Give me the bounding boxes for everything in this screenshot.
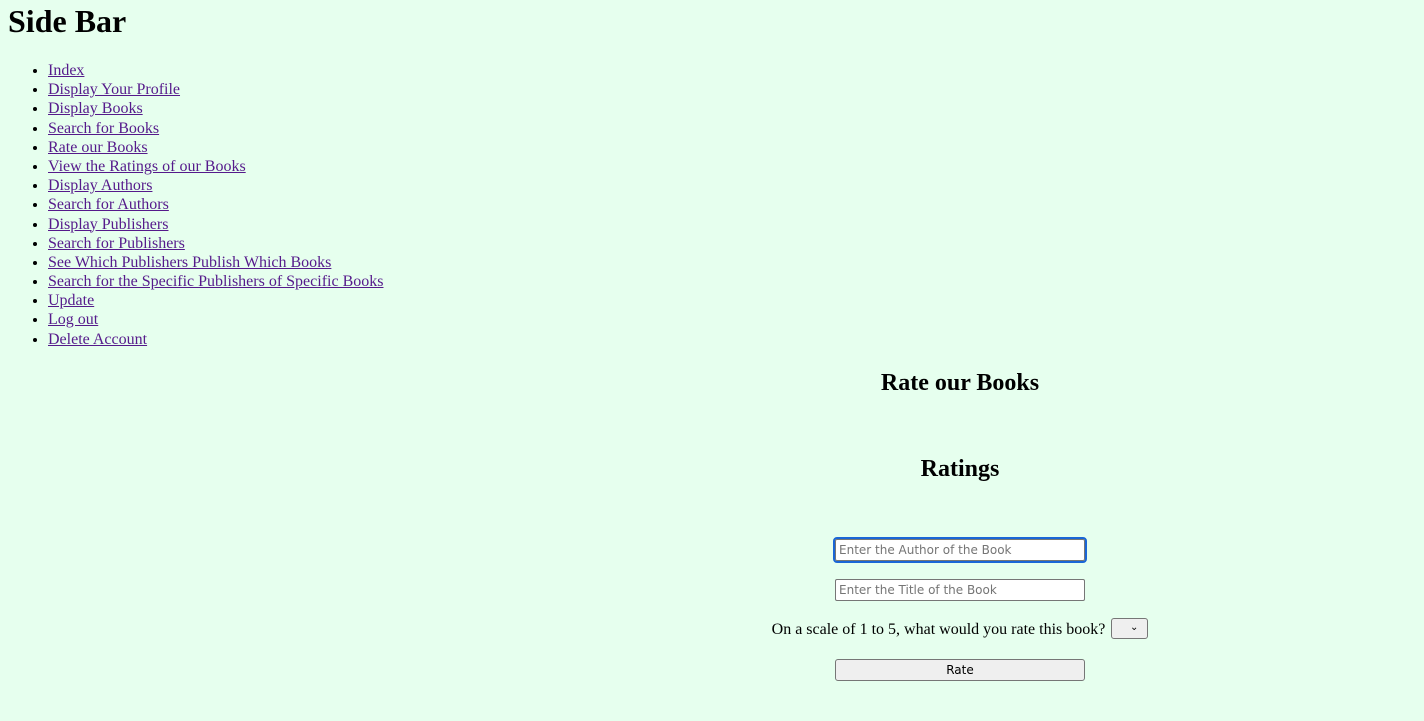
sidebar-item-search-specific-publishers: Search for the Specific Publishers of Sp… <box>48 272 383 291</box>
sidebar-item-log-out: Log out <box>48 310 383 329</box>
sidebar-item-update: Update <box>48 291 383 310</box>
sidebar-link-search-publishers[interactable]: Search for Publishers <box>48 235 185 252</box>
rating-scale-row: On a scale of 1 to 5, what would you rat… <box>712 617 1208 641</box>
sidebar-item-search-books: Search for Books <box>48 119 383 138</box>
sidebar-link-rate-books[interactable]: Rate our Books <box>48 139 148 156</box>
page: Side Bar Index Display Your Profile Disp… <box>0 0 1424 721</box>
sidebar-link-index[interactable]: Index <box>48 62 84 79</box>
sidebar-link-update[interactable]: Update <box>48 292 94 309</box>
sidebar-link-search-authors[interactable]: Search for Authors <box>48 196 169 213</box>
sidebar-link-display-books[interactable]: Display Books <box>48 100 143 117</box>
chevron-down-icon: ⌄ <box>1129 621 1139 633</box>
sidebar-link-publishers-books[interactable]: See Which Publishers Publish Which Books <box>48 254 331 271</box>
author-input[interactable] <box>833 537 1087 563</box>
page-heading: Rate our Books <box>880 370 1040 396</box>
sidebar-item-search-publishers: Search for Publishers <box>48 234 383 253</box>
sidebar-link-search-specific-publishers[interactable]: Search for the Specific Publishers of Sp… <box>48 273 383 290</box>
sidebar-item-display-profile: Display Your Profile <box>48 80 383 99</box>
sidebar-link-view-ratings[interactable]: View the Ratings of our Books <box>48 158 246 175</box>
sidebar-item-rate-books: Rate our Books <box>48 138 383 157</box>
sidebar-nav: Index Display Your Profile Display Books… <box>0 61 383 349</box>
sidebar-item-index: Index <box>48 61 383 80</box>
title-input[interactable] <box>835 579 1085 601</box>
rating-select[interactable]: ⌄ <box>1111 617 1149 639</box>
sidebar-link-display-publishers[interactable]: Display Publishers <box>48 216 168 233</box>
sidebar-item-display-books: Display Books <box>48 99 383 118</box>
sidebar-link-delete-account[interactable]: Delete Account <box>48 331 147 348</box>
sidebar-item-delete-account: Delete Account <box>48 330 383 349</box>
sidebar-item-display-authors: Display Authors <box>48 176 383 195</box>
sidebar-item-publishers-books: See Which Publishers Publish Which Books <box>48 253 383 272</box>
sidebar-link-search-books[interactable]: Search for Books <box>48 120 159 137</box>
sidebar-link-log-out[interactable]: Log out <box>48 311 98 328</box>
rate-button[interactable]: Rate <box>835 659 1085 681</box>
sidebar-link-display-profile[interactable]: Display Your Profile <box>48 81 180 98</box>
sidebar-item-search-authors: Search for Authors <box>48 195 383 214</box>
sidebar-item-view-ratings: View the Ratings of our Books <box>48 157 383 176</box>
sidebar-title: Side Bar <box>8 3 127 39</box>
ratings-heading: Ratings <box>920 456 1000 482</box>
sidebar-link-display-authors[interactable]: Display Authors <box>48 177 152 194</box>
rating-scale-question: On a scale of 1 to 5, what would you rat… <box>771 621 1106 638</box>
sidebar-item-display-publishers: Display Publishers <box>48 215 383 234</box>
